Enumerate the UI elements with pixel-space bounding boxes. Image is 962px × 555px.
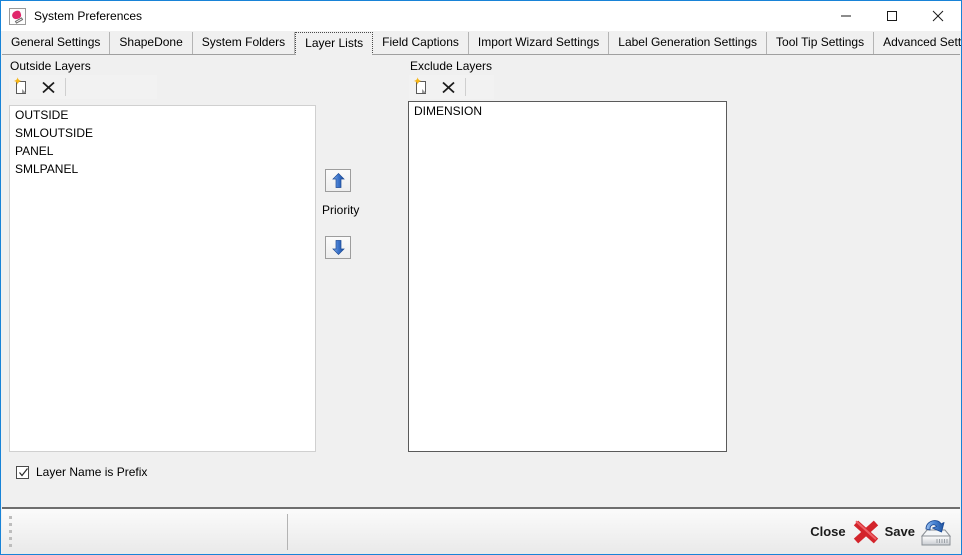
window-controls bbox=[823, 1, 961, 31]
new-document-icon: ✦ bbox=[13, 77, 30, 95]
minimize-icon[interactable] bbox=[823, 1, 869, 31]
exclude-delete-button[interactable] bbox=[435, 76, 461, 98]
tab-field-captions[interactable]: Field Captions bbox=[373, 32, 469, 54]
outside-layers-list[interactable]: OUTSIDE SMLOUTSIDE PANEL SMLPANEL bbox=[9, 105, 316, 452]
exclude-layers-label: Exclude Layers bbox=[410, 59, 493, 73]
tab-import-wizard-settings[interactable]: Import Wizard Settings bbox=[468, 32, 610, 54]
arrow-down-icon bbox=[331, 240, 345, 255]
list-item[interactable]: SMLPANEL bbox=[10, 160, 315, 178]
footer-bar: Close Save bbox=[2, 509, 960, 554]
close-icon[interactable] bbox=[915, 1, 961, 31]
tab-advanced-settings[interactable]: Advanced Settings bbox=[874, 32, 961, 54]
outside-layers-label: Outside Layers bbox=[10, 59, 91, 73]
new-document-icon: ✦ bbox=[413, 77, 430, 95]
list-item[interactable]: OUTSIDE bbox=[10, 106, 315, 124]
title-bar: System Preferences bbox=[1, 1, 961, 31]
layer-name-is-prefix-label: Layer Name is Prefix bbox=[36, 465, 148, 479]
exclude-new-button[interactable]: ✦ bbox=[409, 76, 435, 98]
system-preferences-window: System Preferences General Settings Shap… bbox=[0, 0, 962, 555]
exclude-toolbar-filler bbox=[466, 75, 494, 99]
tab-strip: General Settings ShapeDone System Folder… bbox=[2, 32, 961, 55]
tab-tool-tip-settings[interactable]: Tool Tip Settings bbox=[767, 32, 875, 54]
layer-name-is-prefix-checkbox[interactable]: Layer Name is Prefix bbox=[16, 465, 147, 479]
arrow-up-icon bbox=[331, 173, 345, 188]
save-button-label: Save bbox=[884, 524, 915, 539]
priority-up-button[interactable] bbox=[325, 169, 351, 192]
delete-x-icon bbox=[441, 81, 455, 93]
window-title: System Preferences bbox=[34, 9, 143, 23]
tab-shapedone[interactable]: ShapeDone bbox=[110, 32, 193, 54]
check-icon bbox=[19, 467, 28, 476]
exclude-layers-toolbar: ✦ bbox=[409, 75, 494, 99]
tab-layer-lists[interactable]: Layer Lists bbox=[295, 32, 374, 55]
outside-layers-toolbar: ✦ bbox=[9, 75, 157, 99]
list-item[interactable]: PANEL bbox=[10, 142, 315, 160]
outside-delete-button[interactable] bbox=[35, 76, 61, 98]
close-button-label: Close bbox=[810, 524, 846, 539]
red-x-icon bbox=[853, 519, 878, 543]
checkbox-box[interactable] bbox=[16, 465, 29, 479]
outside-new-button[interactable]: ✦ bbox=[9, 76, 35, 98]
tab-label-generation-settings[interactable]: Label Generation Settings bbox=[609, 32, 768, 54]
exclude-layers-list[interactable]: DIMENSION bbox=[408, 101, 727, 452]
app-palette-icon bbox=[9, 7, 26, 25]
maximize-icon[interactable] bbox=[869, 1, 915, 31]
close-button[interactable]: Close bbox=[808, 510, 882, 554]
save-disk-icon bbox=[920, 519, 952, 545]
list-item[interactable]: DIMENSION bbox=[409, 102, 726, 120]
save-button[interactable]: Save bbox=[883, 510, 954, 554]
footer-divider bbox=[287, 513, 288, 550]
priority-label: Priority bbox=[322, 203, 360, 217]
tab-system-folders[interactable]: System Folders bbox=[192, 32, 296, 54]
outside-toolbar-filler bbox=[66, 75, 157, 99]
list-item[interactable]: SMLOUTSIDE bbox=[10, 124, 315, 142]
layer-lists-page: Outside Layers ✦ OUTSIDE SMLOUTSIDE PANE… bbox=[2, 55, 960, 495]
drag-grip-handle[interactable] bbox=[5, 512, 15, 552]
tab-general-settings[interactable]: General Settings bbox=[2, 32, 111, 54]
delete-x-icon bbox=[41, 81, 55, 93]
priority-down-button[interactable] bbox=[325, 236, 351, 259]
